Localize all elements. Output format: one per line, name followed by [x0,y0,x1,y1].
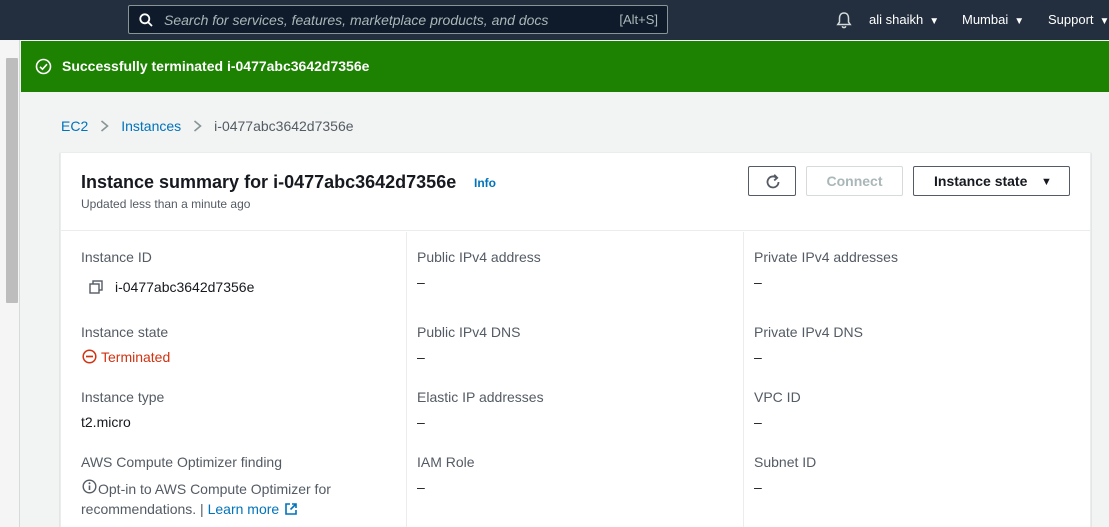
top-navigation: Search for services, features, marketpla… [0,0,1109,40]
column-divider [743,232,744,527]
compute-optimizer-text: Opt-in to AWS Compute Optimizer for reco… [81,479,371,519]
breadcrumb-instances-link[interactable]: Instances [121,118,181,134]
last-updated-text: Updated less than a minute ago [81,197,251,211]
notifications-bell-icon[interactable] [835,11,853,29]
compute-optimizer-label: AWS Compute Optimizer finding [81,454,282,470]
private-ipv4-value: – [754,274,762,290]
chevron-down-icon: ▼ [929,16,940,27]
subnet-id-value: – [754,479,762,495]
chevron-down-icon: ▼ [1014,16,1025,27]
region-name: Mumbai [962,12,1009,27]
search-icon [139,13,153,27]
instance-id-value: i-0477abc3642d7356e [115,279,255,295]
instance-state-value: Terminated [101,349,171,365]
chevron-right-icon [101,120,109,132]
chevron-right-icon [194,120,202,132]
private-dns-label: Private IPv4 DNS [754,324,863,340]
public-ipv4-value: – [417,274,425,290]
optimizer-text-line1: Opt-in to AWS Compute Optimizer for [98,481,331,497]
learn-more-link[interactable]: Learn more [208,501,299,517]
info-link[interactable]: Info [474,176,496,190]
search-shortcut-hint: [Alt+S] [619,12,658,27]
public-dns-label: Public IPv4 DNS [417,324,521,340]
scrollbar-thumb[interactable] [6,58,18,303]
iam-role-label: IAM Role [417,454,475,470]
success-flash-banner: Successfully terminated i-0477abc3642d73… [21,41,1109,92]
public-ipv4-label: Public IPv4 address [417,249,541,265]
caret-down-icon: ▼ [1041,176,1052,188]
copy-icon[interactable] [89,280,103,294]
connect-button[interactable]: Connect [806,166,903,196]
subnet-id-label: Subnet ID [754,454,817,470]
search-placeholder: Search for services, features, marketpla… [164,12,549,28]
refresh-icon [766,174,780,189]
optimizer-text-line2: recommendations. | [81,501,204,517]
panel-header: Instance summary for i-0477abc3642d7356e… [61,153,1090,231]
elastic-ip-value: – [417,414,425,430]
vpc-id-label: VPC ID [754,389,801,405]
breadcrumb-current: i-0477abc3642d7356e [214,118,354,134]
private-dns-value: – [754,349,762,365]
elastic-ip-label: Elastic IP addresses [417,389,544,405]
terminated-status-icon [82,349,97,364]
user-name: ali shaikh [869,12,924,27]
search-bar[interactable]: Search for services, features, marketpla… [128,5,668,34]
learn-more-label: Learn more [207,501,280,517]
breadcrumb: EC2 Instances i-0477abc3642d7356e [61,118,354,134]
instance-type-label: Instance type [81,389,165,405]
breadcrumb-ec2-link[interactable]: EC2 [61,118,88,134]
iam-role-value: – [417,479,425,495]
instance-state-label: Instance state [81,324,169,340]
external-link-icon [285,503,297,515]
private-ipv4-label: Private IPv4 addresses [754,249,898,265]
flash-message: Successfully terminated i-0477abc3642d73… [62,58,370,74]
public-dns-value: – [417,349,425,365]
support-label: Support [1048,12,1094,27]
vpc-id-value: – [754,414,762,430]
success-check-circle-icon [35,58,52,75]
chevron-down-icon: ▼ [1099,16,1109,27]
support-menu[interactable]: Support ▼ [1048,12,1109,27]
region-menu[interactable]: Mumbai ▼ [962,12,1024,27]
column-divider [406,232,407,527]
page-title: Instance summary for i-0477abc3642d7356e [81,172,457,192]
instance-id-label: Instance ID [81,249,152,265]
user-account-menu[interactable]: ali shaikh ▼ [869,12,939,27]
instance-type-value: t2.micro [81,414,131,430]
refresh-button[interactable] [748,166,796,196]
instance-summary-panel: Instance summary for i-0477abc3642d7356e… [60,152,1091,527]
instance-state-dropdown-label: Instance state [934,173,1028,189]
instance-state-dropdown[interactable]: Instance state ▼ [913,166,1070,196]
